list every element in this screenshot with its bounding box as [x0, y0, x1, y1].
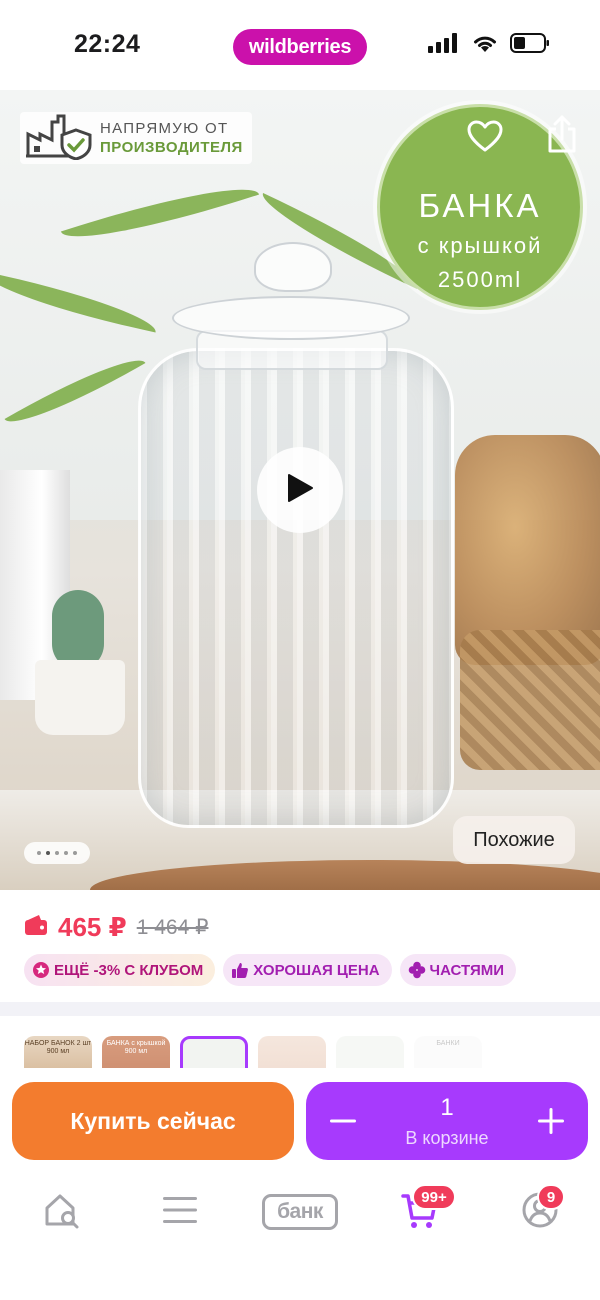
bottom-tab-bar: банк 99+ 9	[0, 1168, 600, 1300]
plus-icon	[538, 1108, 564, 1134]
bank-label: банк	[262, 1194, 338, 1230]
background-pot	[35, 660, 125, 735]
good-price-tag[interactable]: ХОРОШАЯ ЦЕНА	[223, 954, 392, 986]
background-cactus	[52, 590, 104, 670]
pagination-dot	[73, 851, 77, 855]
gallery-pagination	[24, 842, 90, 864]
buy-now-button[interactable]: Купить сейчас	[12, 1082, 294, 1160]
pagination-dot	[55, 851, 59, 855]
thumbnails-card: НАБОР БАНОК 2 шт 900 мл БАНКА с крышкой …	[0, 1016, 600, 1076]
increase-quantity-button[interactable]	[536, 1104, 566, 1138]
label-circle-subtitle: с крышкой	[417, 233, 543, 258]
cart-quantity-stepper[interactable]: 1 В корзине	[306, 1082, 588, 1160]
cart-count-badge: 99+	[412, 1184, 456, 1210]
wallet-icon	[24, 914, 48, 941]
brand-logo[interactable]: wildberries	[233, 29, 367, 65]
badge-direct-line2: ПРОИЗВОДИТЕЛЯ	[100, 139, 243, 156]
background-basket	[460, 630, 600, 770]
status-time: 22:24	[74, 30, 141, 58]
status-icons	[428, 33, 550, 58]
thumbs-up-icon	[231, 961, 249, 979]
home-search-icon	[42, 1190, 82, 1235]
pagination-dot	[64, 851, 68, 855]
installments-tag[interactable]: ЧАСТЯМИ	[399, 954, 517, 986]
profile-notification-badge: 9	[537, 1184, 565, 1210]
section-divider	[0, 1002, 600, 1016]
share-button[interactable]	[542, 115, 582, 158]
share-icon	[546, 115, 578, 158]
pagination-dot	[37, 851, 41, 855]
badge-direct-line1: НАПРЯМУЮ ОТ	[100, 120, 229, 137]
tab-bank[interactable]: банк	[250, 1188, 350, 1236]
play-icon	[285, 472, 315, 509]
cellular-signal-icon	[428, 33, 460, 58]
good-price-label: ХОРОШАЯ ЦЕНА	[253, 961, 380, 979]
price-row: 465 ₽ 1 464 ₽	[24, 912, 208, 943]
battery-icon	[510, 33, 550, 58]
label-circle-title: БАНКА	[418, 187, 542, 224]
favorite-button[interactable]	[465, 118, 505, 158]
price-old: 1 464 ₽	[136, 916, 209, 939]
status-bar: 22:24 wildberries	[0, 0, 600, 90]
label-circle-volume: 2500ml	[437, 267, 523, 292]
price-current: 465 ₽	[58, 912, 127, 942]
pagination-dot-active	[46, 851, 50, 855]
price-tags: ЕЩЁ -3% С КЛУБОМ ХОРОШАЯ ЦЕНА ЧАСТЯМИ	[24, 954, 517, 986]
club-discount-label: ЕЩЁ -3% С КЛУБОМ	[54, 961, 204, 979]
star-badge-icon	[32, 961, 50, 979]
heart-icon	[467, 120, 503, 157]
direct-from-manufacturer-badge: НАПРЯМУЮ ОТ ПРОИЗВОДИТЕЛЯ	[20, 112, 252, 164]
club-discount-tag[interactable]: ЕЩЁ -3% С КЛУБОМ	[24, 954, 216, 986]
tab-home[interactable]	[32, 1188, 92, 1236]
product-jar-lid	[172, 296, 410, 340]
clover-icon	[408, 961, 426, 979]
price-card: 465 ₽ 1 464 ₽ ЕЩЁ -3% С КЛУБОМ ХОРОШАЯ Ц…	[0, 890, 600, 1002]
product-jar-body	[138, 348, 454, 828]
product-jar-knob	[254, 242, 332, 292]
installments-label: ЧАСТЯМИ	[429, 961, 505, 979]
similar-products-button[interactable]: Похожие	[453, 816, 575, 864]
tab-catalog[interactable]	[150, 1188, 210, 1236]
menu-icon	[163, 1196, 197, 1229]
product-gallery[interactable]: НАПРЯМУЮ ОТ ПРОИЗВОДИТЕЛЯ БАНКА с крышко…	[0, 90, 600, 890]
purchase-action-bar: Купить сейчас 1 В корзине	[0, 1068, 600, 1168]
factory-shield-icon	[24, 112, 92, 165]
wifi-icon	[472, 33, 498, 58]
play-video-button[interactable]	[257, 447, 343, 533]
